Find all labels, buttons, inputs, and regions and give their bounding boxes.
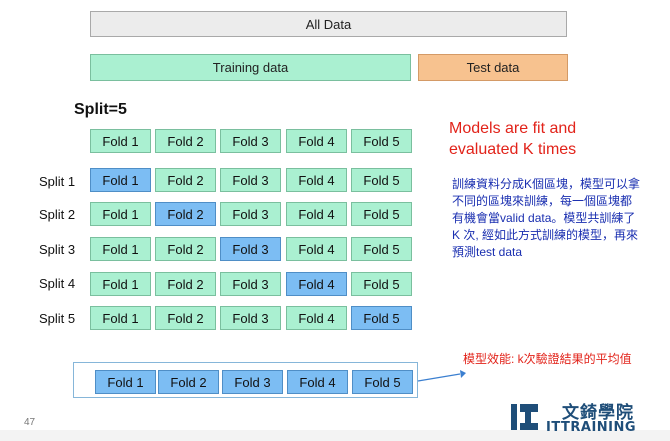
header-fold-2: Fold 2 (155, 129, 216, 153)
header-fold-5: Fold 5 (351, 129, 412, 153)
split-3-label: Split 3 (39, 242, 76, 257)
split-2-fold-5: Fold 5 (351, 202, 412, 226)
models-fit-text: Models are fit and evaluated K times (449, 120, 577, 158)
avg-fold-2: Fold 2 (158, 370, 219, 394)
avg-fold-4: Fold 4 (287, 370, 348, 394)
avg-fold-3: Fold 3 (222, 370, 283, 394)
split-5-label: Split 5 (39, 311, 76, 326)
arrow-icon (417, 370, 466, 382)
header-fold-1: Fold 1 (90, 129, 151, 153)
test-data-bar: Test data (418, 54, 568, 81)
all-data-bar: All Data (90, 11, 567, 37)
split-5-fold-1: Fold 1 (90, 306, 151, 330)
split-4-fold-1: Fold 1 (90, 272, 151, 296)
model-performance-text: 模型效能: k次驗證結果的平均值 (463, 352, 632, 366)
kfold-explanation-text: 訓練資料分成K個區塊，模型可以拿不同的區塊來訓練，每一個區塊都有機會當valid… (452, 177, 641, 259)
split-5-fold-2: Fold 2 (155, 306, 216, 330)
logo-brand-en: ITTRAINING (546, 420, 637, 435)
split-1-fold-4: Fold 4 (286, 168, 347, 192)
split-4-fold-2: Fold 2 (155, 272, 216, 296)
avg-fold-5: Fold 5 (352, 370, 413, 394)
avg-fold-1: Fold 1 (95, 370, 156, 394)
split-3-fold-1: Fold 1 (90, 237, 151, 261)
split-4-fold-3: Fold 3 (220, 272, 281, 296)
split-2-fold-2: Fold 2 (155, 202, 216, 226)
header-fold-4: Fold 4 (286, 129, 347, 153)
ittraining-logo: 文錡學院 ITTRAINING (508, 398, 668, 438)
split-1-fold-1: Fold 1 (90, 168, 151, 192)
split-2-fold-4: Fold 4 (286, 202, 347, 226)
split-3-fold-4: Fold 4 (286, 237, 347, 261)
header-fold-3: Fold 3 (220, 129, 281, 153)
split-4-fold-5: Fold 5 (351, 272, 412, 296)
split-1-fold-2: Fold 2 (155, 168, 216, 192)
split-title: Split=5 (74, 101, 127, 118)
page-number: 47 (24, 417, 36, 428)
training-data-bar: Training data (90, 54, 411, 81)
split-5-fold-4: Fold 4 (286, 306, 347, 330)
split-3-fold-3: Fold 3 (220, 237, 281, 261)
split-1-fold-5: Fold 5 (351, 168, 412, 192)
split-4-fold-4: Fold 4 (286, 272, 347, 296)
split-2-fold-1: Fold 1 (90, 202, 151, 226)
split-1-label: Split 1 (39, 174, 76, 189)
split-2-fold-3: Fold 3 (220, 202, 281, 226)
split-4-label: Split 4 (39, 276, 76, 291)
split-2-label: Split 2 (39, 207, 76, 222)
split-3-fold-2: Fold 2 (155, 237, 216, 261)
split-5-fold-5: Fold 5 (351, 306, 412, 330)
split-1-fold-3: Fold 3 (220, 168, 281, 192)
split-3-fold-5: Fold 5 (351, 237, 412, 261)
split-5-fold-3: Fold 3 (220, 306, 281, 330)
logo-mark-icon (511, 404, 538, 430)
